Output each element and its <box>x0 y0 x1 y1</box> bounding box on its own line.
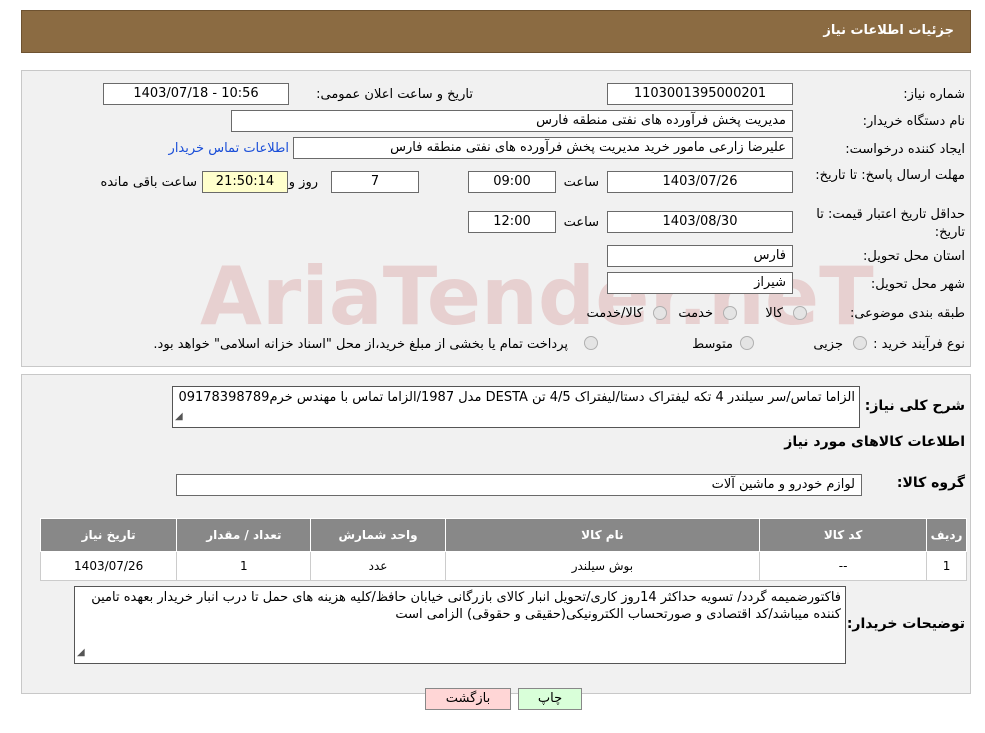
validity-label: حداقل تاریخ اعتبار قیمت: تا تاریخ: <box>816 207 965 240</box>
remaining-time-field: 21:50:14 <box>202 171 288 193</box>
province-field: فارس <box>607 245 793 267</box>
creator-field: علیرضا زارعی مامور خرید مدیریت پخش فرآور… <box>293 137 793 159</box>
goods-section-title: اطلاعات کالاهای مورد نیاز <box>784 434 965 450</box>
need-number-label: شماره نیاز: <box>903 87 965 102</box>
process-option-medium: متوسط <box>692 337 733 352</box>
province-label: استان محل تحویل: <box>863 249 965 264</box>
process-radio-minor[interactable] <box>853 336 867 350</box>
validity-time-field: 12:00 <box>468 211 556 233</box>
city-label: شهر محل تحویل: <box>870 277 965 292</box>
cell-unit: عدد <box>310 551 446 581</box>
days-label: روز و <box>288 175 318 190</box>
validity-time-label: ساعت <box>563 215 599 230</box>
category-radio-goods[interactable] <box>793 306 807 320</box>
category-option-goods-service: کالا/خدمت <box>586 306 643 321</box>
announce-label: تاریخ و ساعت اعلان عمومی: <box>316 87 473 102</box>
process-note: پرداخت تمام یا بخشی از مبلغ خرید،از محل … <box>153 337 568 352</box>
buyer-notes-text: فاکتورضمیمه گردد/ تسویه حداکثر 14روز کار… <box>91 590 841 622</box>
category-radio-service[interactable] <box>723 306 737 320</box>
resize-grip-icon[interactable]: ◢ <box>175 408 183 425</box>
table-header-row: ردیف کد کالا نام کالا واحد شمارش تعداد /… <box>39 518 967 552</box>
goods-group-field: لوازم خودرو و ماشین آلات <box>176 474 862 496</box>
deadline-label: مهلت ارسال پاسخ: تا تاریخ: <box>815 168 965 183</box>
process-radio-treasury[interactable] <box>584 336 598 350</box>
buyer-org-label: نام دستگاه خریدار: <box>862 114 965 129</box>
process-label: نوع فرآیند خرید : <box>873 337 965 352</box>
col-date: تاریخ نیاز <box>39 518 178 552</box>
contact-info-link[interactable]: اطلاعات تماس خریدار <box>169 141 289 156</box>
category-option-service: خدمت <box>678 306 713 321</box>
page-header: جزئیات اطلاعات نیاز <box>21 10 971 53</box>
category-label: طبقه بندی موضوعی: <box>849 306 965 321</box>
col-name: نام کالا <box>444 518 761 552</box>
cell-date: 1403/07/26 <box>39 551 178 581</box>
process-radio-medium[interactable] <box>740 336 754 350</box>
remaining-label: ساعت باقی مانده <box>100 175 197 190</box>
validity-date-field: 1403/08/30 <box>607 211 793 233</box>
description-label: شرح کلی نیاز: <box>864 398 965 414</box>
category-radio-goods-service[interactable] <box>653 306 667 320</box>
deadline-time-field: 09:00 <box>468 171 556 193</box>
need-number-field: 1103001395000201 <box>607 83 793 105</box>
cell-qty: 1 <box>176 551 312 581</box>
table-row: 1 -- بوش سیلندر عدد 1 1403/07/26 <box>39 551 967 581</box>
deadline-time-label: ساعت <box>563 175 599 190</box>
page-title: جزئیات اطلاعات نیاز <box>823 23 954 38</box>
col-code: کد کالا <box>759 518 928 552</box>
city-field: شیراز <box>607 272 793 294</box>
buyer-notes-label: توضیحات خریدار: <box>846 616 965 632</box>
back-button[interactable]: بازگشت <box>425 688 511 710</box>
col-unit: واحد شمارش <box>310 518 446 552</box>
creator-label: ایجاد کننده درخواست: <box>845 142 965 157</box>
buyer-notes-textarea[interactable]: فاکتورضمیمه گردد/ تسویه حداکثر 14روز کار… <box>74 586 846 664</box>
col-row: ردیف <box>926 518 967 552</box>
print-button[interactable]: چاپ <box>518 688 582 710</box>
process-option-minor: جزیی <box>813 337 843 352</box>
goods-group-label: گروه کالا: <box>896 475 965 491</box>
announce-field: 1403/07/18 - 10:56 <box>103 83 289 105</box>
description-textarea[interactable]: الزاما تماس/سر سیلندر 4 تکه لیفتراک دستا… <box>172 386 860 428</box>
resize-grip-icon[interactable]: ◢ <box>77 644 85 661</box>
cell-code: -- <box>759 551 928 581</box>
days-field: 7 <box>331 171 419 193</box>
cell-name: بوش سیلندر <box>444 551 761 581</box>
cell-row: 1 <box>926 551 967 581</box>
col-qty: تعداد / مقدار <box>176 518 312 552</box>
description-text: الزاما تماس/سر سیلندر 4 تکه لیفتراک دستا… <box>178 390 855 405</box>
buyer-org-field: مدیریت پخش فرآورده های نفتی منطقه فارس <box>231 110 793 132</box>
deadline-date-field: 1403/07/26 <box>607 171 793 193</box>
goods-table: ردیف کد کالا نام کالا واحد شمارش تعداد /… <box>39 518 967 581</box>
category-option-goods: کالا <box>765 306 783 321</box>
